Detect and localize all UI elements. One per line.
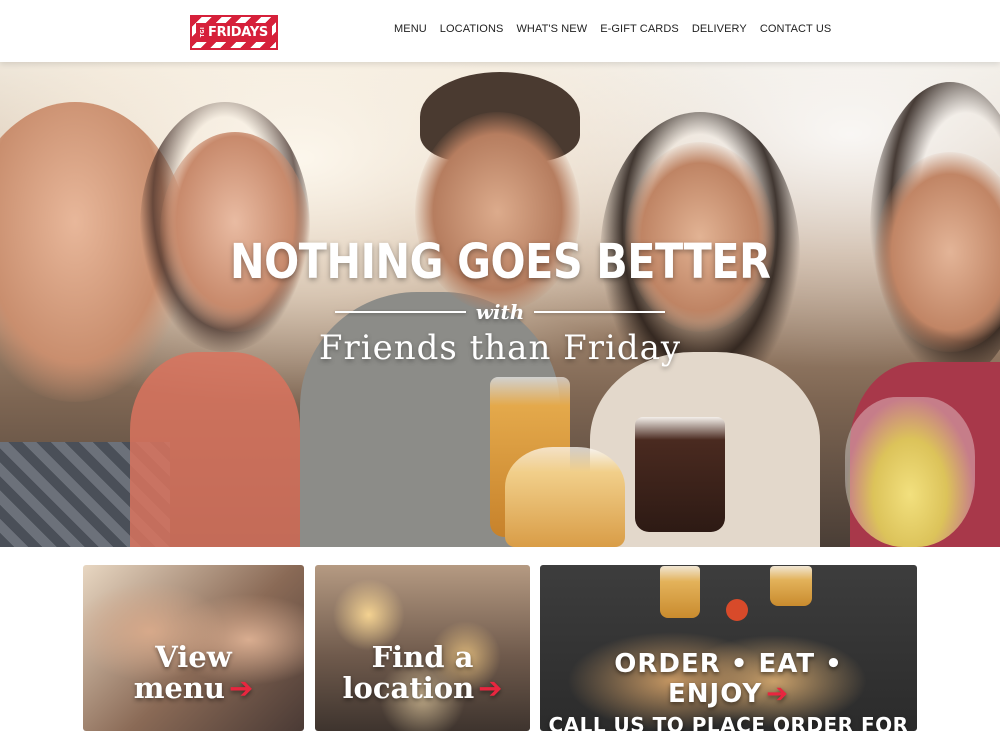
hero-headline: NOTHING GOES BETTER with Friends than Fr… bbox=[0, 234, 1000, 368]
hero-line-2: with bbox=[475, 300, 525, 324]
order-line-2: ENJOY bbox=[668, 679, 763, 709]
order-subtext: CALL US TO PLACE ORDER FOR bbox=[548, 713, 909, 731]
find-location-tile[interactable]: Find a location ➔ bbox=[315, 565, 530, 731]
logo-tgi-text: TGI bbox=[199, 27, 206, 38]
hero-divider: with bbox=[335, 300, 665, 324]
nav-whats-new[interactable]: WHAT'S NEW bbox=[516, 23, 587, 35]
hero-photo-shape bbox=[845, 397, 975, 547]
hero-photo-shape bbox=[130, 352, 300, 547]
hero-line-1: NOTHING GOES BETTER bbox=[229, 234, 771, 290]
hero-line-3: Friends than Friday bbox=[318, 328, 682, 368]
divider-rule bbox=[534, 311, 665, 313]
logo-brand-text: FRIDAYS bbox=[207, 25, 268, 40]
view-menu-line-2-wrap: menu ➔ bbox=[83, 673, 304, 704]
find-location-line-2-wrap: location ➔ bbox=[315, 673, 530, 704]
fridays-logo[interactable]: TGI FRIDAYS bbox=[190, 15, 278, 50]
nav-locations[interactable]: LOCATIONS bbox=[440, 23, 504, 35]
site-header: TGI FRIDAYS MENU LOCATIONS WHAT'S NEW E-… bbox=[0, 0, 1000, 62]
arrow-right-icon: ➔ bbox=[229, 671, 254, 705]
nav-menu[interactable]: MENU bbox=[394, 23, 427, 35]
order-tile[interactable]: ORDER • EAT • ENJOY ➔ CALL US TO PLACE OR… bbox=[540, 565, 917, 731]
view-menu-label: View menu ➔ bbox=[83, 642, 304, 704]
logo-badge: TGI FRIDAYS bbox=[196, 23, 272, 42]
order-line-2-wrap: ENJOY ➔ bbox=[540, 679, 917, 709]
nav-e-gift-cards[interactable]: E-GIFT CARDS bbox=[600, 23, 679, 35]
beer-glass-shape bbox=[770, 566, 812, 606]
order-line-1: ORDER • EAT • bbox=[614, 649, 843, 679]
hero-photo-shape bbox=[635, 417, 725, 532]
sauce-dish-shape bbox=[726, 599, 748, 621]
beer-glass-shape bbox=[660, 566, 700, 618]
hero-photo-shape bbox=[505, 447, 625, 547]
divider-rule bbox=[335, 311, 466, 313]
find-location-label: Find a location ➔ bbox=[315, 642, 530, 704]
arrow-right-icon: ➔ bbox=[766, 679, 789, 709]
nav-contact-us[interactable]: CONTACT US bbox=[760, 23, 832, 35]
order-label: ORDER • EAT • ENJOY ➔ bbox=[540, 649, 917, 709]
find-location-line-1: Find a bbox=[371, 640, 474, 674]
view-menu-line-1: View bbox=[155, 640, 232, 674]
find-location-line-2: location bbox=[342, 671, 475, 705]
view-menu-tile[interactable]: View menu ➔ bbox=[83, 565, 304, 731]
main-nav: MENU LOCATIONS WHAT'S NEW E-GIFT CARDS D… bbox=[394, 23, 844, 35]
nav-delivery[interactable]: DELIVERY bbox=[692, 23, 747, 35]
arrow-right-icon: ➔ bbox=[478, 671, 503, 705]
hero-banner: NOTHING GOES BETTER with Friends than Fr… bbox=[0, 62, 1000, 547]
view-menu-line-2: menu bbox=[133, 671, 225, 705]
